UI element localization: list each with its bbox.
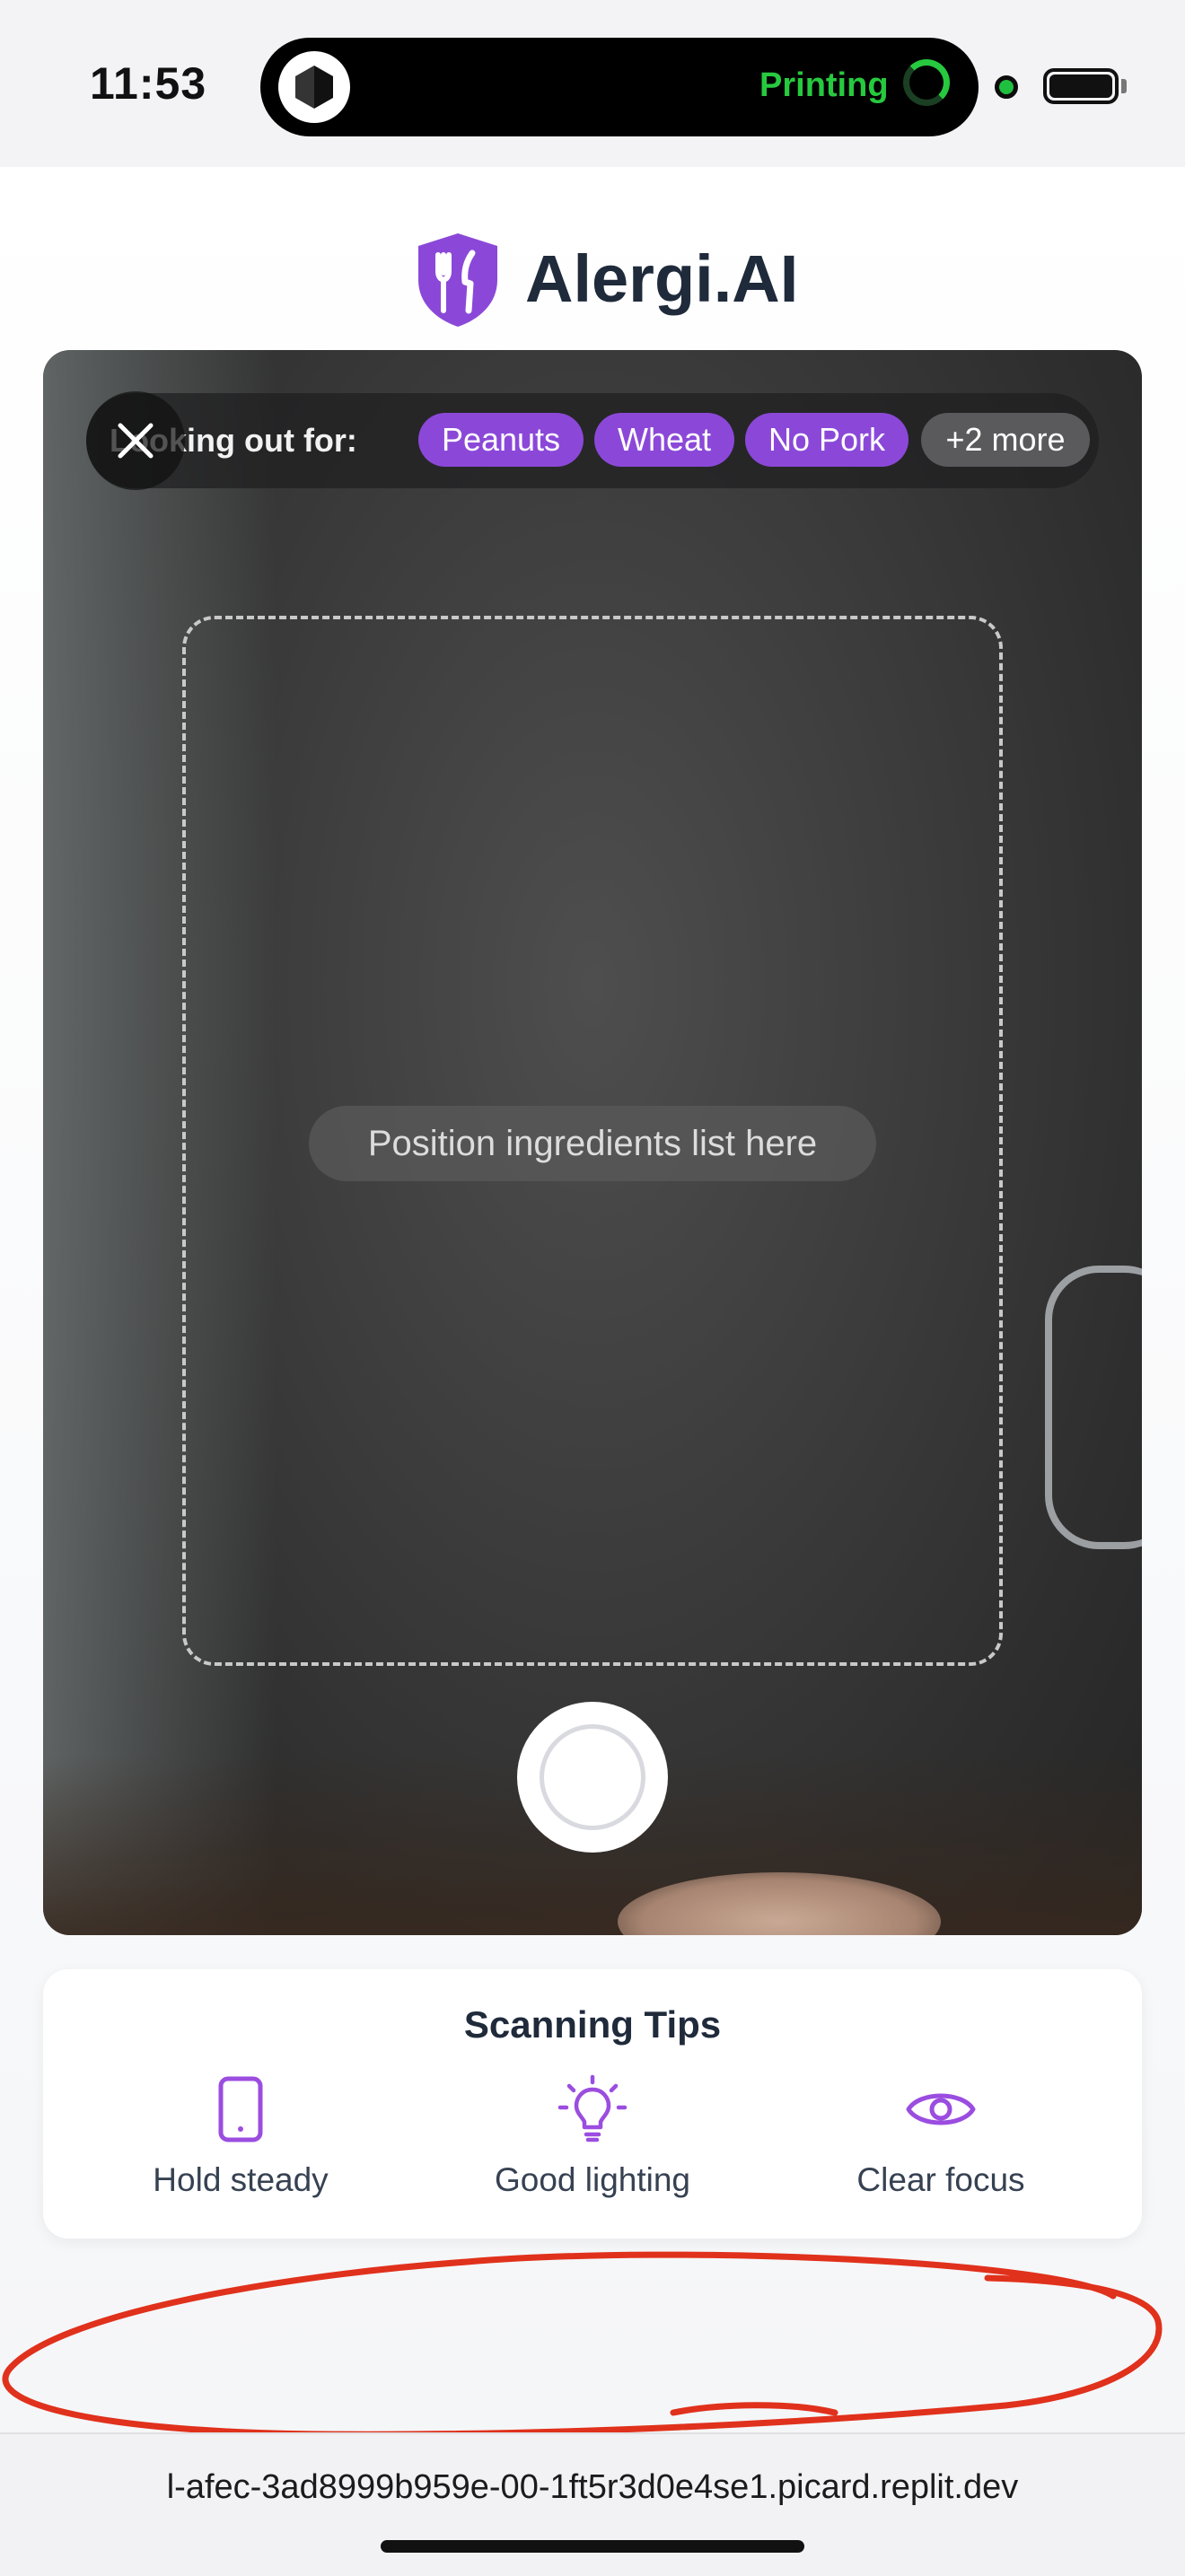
camera-viewfinder[interactable]: Looking out for: Peanuts Wheat No Pork +… — [43, 350, 1142, 1935]
url-text[interactable]: l-afec-3ad8999b959e-00-1ft5r3d0e4se1.pic… — [0, 2468, 1185, 2507]
tip-good-lighting: Good lighting — [431, 2073, 754, 2199]
shield-fork-knife-icon — [418, 233, 497, 327]
battery-icon — [1043, 68, 1119, 104]
clock: 11:53 — [90, 58, 207, 109]
camera-in-use-indicator — [995, 75, 1018, 99]
allergen-chip-no-pork[interactable]: No Pork — [745, 413, 908, 467]
red-annotation-scribble — [2, 2251, 1163, 2438]
camera-feed-clip — [1045, 1266, 1142, 1549]
phone-icon — [218, 2076, 263, 2142]
tip-clear-focus: Clear focus — [779, 2073, 1102, 2199]
allergen-watch-bar: Looking out for: Peanuts Wheat No Pork +… — [86, 393, 1099, 488]
home-indicator[interactable] — [381, 2540, 804, 2553]
shutter-button[interactable] — [517, 1702, 668, 1853]
progress-ring-icon — [903, 59, 950, 106]
live-activity-app-icon — [278, 51, 350, 123]
live-activity-status: Printing — [759, 66, 889, 104]
battery-cap — [1121, 79, 1127, 93]
lightbulb-icon — [557, 2074, 628, 2142]
tip-hold-steady: Hold steady — [79, 2073, 402, 2199]
tips-title: Scanning Tips — [463, 2003, 722, 2046]
close-button[interactable] — [86, 391, 185, 490]
app-title: Alergi.AI — [525, 241, 799, 316]
status-bar: 11:53 Printing — [0, 0, 1185, 167]
allergen-chip-wheat[interactable]: Wheat — [594, 413, 734, 467]
eye-icon — [906, 2093, 976, 2125]
app-screen: Alergi.AI Looking out for: Peanuts Wheat… — [0, 167, 1185, 2432]
dynamic-island[interactable]: Printing — [260, 38, 979, 136]
more-allergens-chip[interactable]: +2 more — [921, 413, 1090, 467]
allergen-chip-peanuts[interactable]: Peanuts — [418, 413, 584, 467]
frame-hint: Position ingredients list here — [309, 1106, 876, 1181]
shutter-inner-ring — [540, 1724, 645, 1830]
browser-url-bar[interactable]: l-afec-3ad8999b959e-00-1ft5r3d0e4se1.pic… — [0, 2432, 1185, 2576]
close-icon — [118, 423, 154, 459]
